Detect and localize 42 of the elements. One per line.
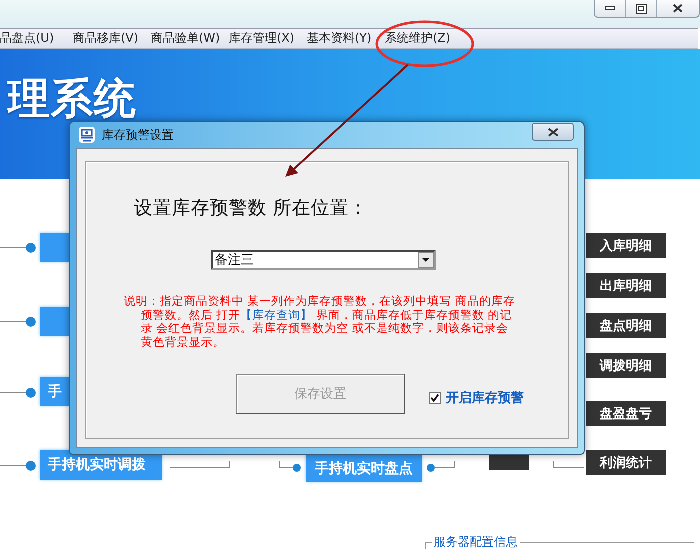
- connector-line: [280, 460, 294, 468]
- report-button[interactable]: 出库明细: [586, 273, 666, 298]
- connector-line: [554, 460, 584, 468]
- minimize-icon: [605, 6, 615, 11]
- menu-item[interactable]: 商品移库(V): [73, 30, 151, 47]
- banner-title: 理系统: [8, 73, 137, 125]
- node-dot: [293, 464, 301, 472]
- close-icon: [673, 4, 683, 13]
- node-dot: [427, 464, 435, 472]
- setting-heading: 设置库存预警数 所在位置：: [134, 197, 369, 220]
- menu-item[interactable]: 商品验单(W): [151, 30, 229, 47]
- menu-item[interactable]: 基本资料(Y): [307, 30, 385, 47]
- close-button[interactable]: [532, 123, 574, 141]
- node-dot: [26, 388, 36, 398]
- report-button[interactable]: 入库明细: [586, 233, 666, 258]
- note-text: 说明：指定商品资料中 某一列作为库存预警数，在该列中填写 商品的库存预警数。然后 打开【库存查询】 界面，商品库存低于库存预警数 的记录 会红色背景显示。若库存预警数为空 或不是纯数字，则该条记录会黄色背景显示。: [124, 295, 516, 349]
- group-title: 服务器配置信息: [432, 534, 520, 549]
- node-dot: [26, 317, 36, 327]
- app-icon: [78, 126, 96, 144]
- connector-line: [170, 460, 230, 468]
- menu-item[interactable]: 品盘点(U): [0, 30, 73, 47]
- report-button[interactable]: 盘盈盘亏: [586, 401, 666, 426]
- flow-node-button[interactable]: [40, 307, 69, 336]
- checkbox-label[interactable]: 开启库存预警: [446, 389, 524, 407]
- node-dot: [26, 461, 36, 471]
- connector-line: [434, 460, 456, 468]
- dropdown[interactable]: 备注三: [211, 250, 436, 270]
- close-icon: [548, 128, 558, 136]
- report-button[interactable]: 调拨明细: [586, 353, 666, 378]
- report-button[interactable]: 利润统计: [586, 450, 666, 475]
- inventory-query-link[interactable]: 【库存查询】: [240, 308, 313, 322]
- restore-icon: [636, 4, 646, 14]
- menu-item[interactable]: 库存管理(X): [229, 30, 307, 47]
- connector-line: [0, 392, 26, 394]
- menu-item[interactable]: 系统维护(Z): [385, 30, 463, 47]
- check-icon: [431, 394, 439, 402]
- checkbox[interactable]: [429, 392, 441, 404]
- dialog-title: 库存预警设置: [102, 126, 174, 144]
- flow-node-button[interactable]: [40, 233, 69, 262]
- caret-icon: [422, 258, 430, 262]
- node-dot: [26, 243, 36, 253]
- report-button[interactable]: 盘点明细: [586, 313, 666, 338]
